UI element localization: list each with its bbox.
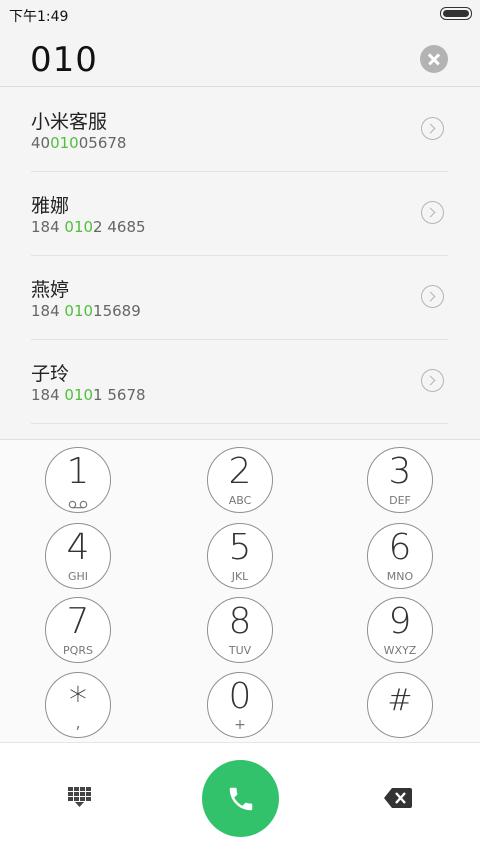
contact-result-row[interactable]: 燕婷 184 01015689	[31, 255, 448, 340]
phone-icon	[229, 787, 253, 811]
key-7[interactable]: 7 PQRS	[45, 597, 111, 663]
key-9[interactable]: 9 WXYZ	[367, 597, 433, 663]
key-1[interactable]: 1	[45, 447, 111, 513]
contact-name: 燕婷	[31, 279, 70, 301]
key-0[interactable]: 0 +	[207, 672, 273, 738]
key-star[interactable]: * ,	[45, 672, 111, 738]
contact-results-list: 小米客服 4001005678 雅娜 184 0102 4685 燕婷 184 …	[0, 87, 480, 440]
key-6[interactable]: 6 MNO	[367, 523, 433, 589]
key-8[interactable]: 8 TUV	[207, 597, 273, 663]
contact-result-row[interactable]: 雅娜 184 0102 4685	[31, 171, 448, 256]
clear-icon[interactable]	[420, 45, 448, 73]
chevron-right-icon[interactable]	[421, 285, 444, 308]
contact-phone: 4001005678	[31, 134, 127, 152]
backspace-icon[interactable]	[384, 788, 412, 808]
status-bar: 下午1:49	[0, 0, 480, 28]
key-4[interactable]: 4 GHI	[45, 523, 111, 589]
dialed-number: 010	[30, 40, 98, 80]
contact-name: 子玲	[31, 363, 70, 385]
status-time: 下午1:49	[9, 9, 69, 25]
chevron-right-icon[interactable]	[421, 201, 444, 224]
dialed-number-bar: 010	[0, 28, 480, 87]
voicemail-icon	[68, 500, 88, 509]
contact-result-row[interactable]: 小米客服 4001005678	[31, 87, 448, 172]
contact-name: 雅娜	[31, 195, 70, 217]
key-2[interactable]: 2 ABC	[207, 447, 273, 513]
key-3[interactable]: 3 DEF	[367, 447, 433, 513]
dialpad: 1 2 ABC 3 DEF 4 GHI 5 JKL 6 MNO 7 PQRS 8…	[0, 440, 480, 742]
contact-name: 小米客服	[31, 111, 108, 133]
key-hash[interactable]: #	[367, 672, 433, 738]
contact-phone: 184 0101 5678	[31, 386, 146, 404]
contact-phone: 184 0102 4685	[31, 218, 146, 236]
bottom-action-bar	[0, 742, 480, 854]
chevron-right-icon[interactable]	[421, 117, 444, 140]
contact-result-row[interactable]: 子玲 184 0101 5678	[31, 339, 448, 424]
call-button[interactable]	[202, 760, 279, 837]
chevron-right-icon[interactable]	[421, 369, 444, 392]
contact-phone: 184 01015689	[31, 302, 141, 320]
battery-icon	[440, 7, 472, 20]
key-5[interactable]: 5 JKL	[207, 523, 273, 589]
